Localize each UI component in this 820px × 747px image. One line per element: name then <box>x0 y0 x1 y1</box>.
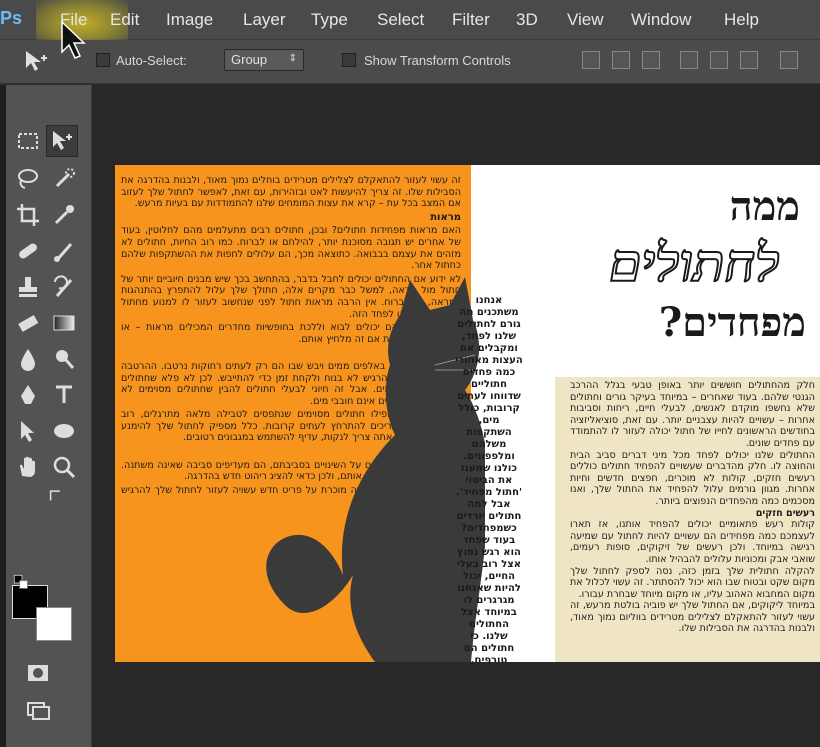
menu-window[interactable]: Window <box>631 10 691 30</box>
gradient-tool-icon[interactable] <box>48 307 80 339</box>
move-tool-icon[interactable] <box>46 125 78 157</box>
menu-help[interactable]: Help <box>724 10 759 30</box>
show-transform-checkbox[interactable] <box>342 53 356 67</box>
history-brush-tool-icon[interactable] <box>48 271 80 303</box>
right-article-column: חלק מהחתולים חוששים יותר באופן טבעי בגלל… <box>570 380 815 635</box>
menu-3d[interactable]: 3D <box>516 10 538 30</box>
menu-view[interactable]: View <box>567 10 604 30</box>
screen-mode-icon[interactable] <box>22 695 54 727</box>
align-left-edges-icon[interactable] <box>680 51 698 69</box>
align-vertical-centers-icon[interactable] <box>612 51 630 69</box>
menu-select[interactable]: Select <box>377 10 424 30</box>
right-paragraph: קולות רעש פתאומיים יכולים להפחיד אותנו, … <box>570 519 815 565</box>
left-paragraph: זה עשוי לעזור להתאקלם לצלילים מטרידים בו… <box>121 175 461 210</box>
left-heading: מראות <box>430 211 461 223</box>
left-paragraph: האם מראות מפחידות חתולים? ובכן, חתולים ר… <box>121 225 461 272</box>
headline-line-3: מפחדים? <box>658 299 806 346</box>
crop-tool-icon[interactable] <box>12 199 44 231</box>
healing-brush-tool-icon[interactable] <box>12 235 44 267</box>
quick-mask-icon[interactable] <box>22 657 54 689</box>
dropdown-arrows-icon: ⇕ <box>288 53 297 64</box>
shape-tool-icon[interactable] <box>48 415 80 447</box>
options-bar: Auto-Select: Group ⇕ Show Transform Cont… <box>0 40 820 84</box>
eyedropper-tool-icon[interactable] <box>48 199 80 231</box>
menu-type[interactable]: Type <box>311 10 348 30</box>
brush-tool-icon[interactable] <box>48 235 80 267</box>
headline-line-1: ממה <box>729 183 800 230</box>
menu-image[interactable]: Image <box>166 10 213 30</box>
mouse-cursor-icon <box>61 20 86 59</box>
auto-select-dropdown[interactable]: Group ⇕ <box>224 49 304 71</box>
align-horizontal-centers-icon[interactable] <box>710 51 728 69</box>
align-right-edges-icon[interactable] <box>740 51 758 69</box>
default-colors-icon[interactable] <box>12 573 32 593</box>
lasso-tool-icon[interactable] <box>12 163 44 195</box>
distribute-top-icon[interactable] <box>780 51 798 69</box>
background-color-swatch[interactable] <box>36 607 72 641</box>
blur-tool-icon[interactable] <box>12 343 44 375</box>
document-canvas[interactable]: זה עשוי לעזור להתאקלם לצלילים מטרידים בו… <box>115 165 820 662</box>
quick-selection-tool-icon[interactable] <box>48 163 80 195</box>
menu-edit[interactable]: Edit <box>110 10 139 30</box>
menu-filter[interactable]: Filter <box>452 10 490 30</box>
zoom-tool-icon[interactable] <box>48 451 80 483</box>
align-top-edges-icon[interactable] <box>582 51 600 69</box>
marquee-tool-icon[interactable] <box>12 125 44 157</box>
menu-layer[interactable]: Layer <box>243 10 286 30</box>
right-paragraph: חלק מהחתולים חוששים יותר באופן טבעי בגלל… <box>570 380 815 449</box>
black-cat-silhouette <box>266 277 485 662</box>
eraser-tool-icon[interactable] <box>12 307 44 339</box>
move-tool-preset-icon[interactable] <box>20 45 52 77</box>
type-tool-icon[interactable] <box>48 379 80 411</box>
dodge-tool-icon[interactable] <box>48 343 80 375</box>
auto-select-dropdown-value: Group <box>231 52 268 67</box>
headline-line-2: לחתולים <box>608 232 781 295</box>
right-paragraph: במיוחד ליקוקים, אם החתול שלך יש פוביה בו… <box>570 600 815 635</box>
right-heading: רעשים חזקים <box>755 507 815 519</box>
tools-panel <box>6 85 92 747</box>
auto-select-checkbox[interactable] <box>96 53 110 67</box>
middle-article-column: אנחנו משתכנים מה גורם לחתולים שלנו לפחד,… <box>455 295 523 662</box>
swap-colors-icon[interactable] <box>46 485 66 505</box>
show-transform-label: Show Transform Controls <box>364 53 511 68</box>
photoshop-logo: Ps <box>0 8 23 28</box>
clone-stamp-tool-icon[interactable] <box>12 271 44 303</box>
path-selection-tool-icon[interactable] <box>12 415 44 447</box>
align-bottom-edges-icon[interactable] <box>642 51 660 69</box>
right-paragraph: החתולים שלנו יכולים לפחד מכל מיני דברים … <box>570 449 815 507</box>
right-paragraph: להקלה חתולית שלך בזמן כזה, נסה לספק לחתו… <box>570 565 815 600</box>
menu-bar: Ps File Edit Image Layer Type Select Fil… <box>0 0 820 46</box>
auto-select-label: Auto-Select: <box>116 53 187 68</box>
pen-tool-icon[interactable] <box>12 379 44 411</box>
hand-tool-icon[interactable] <box>12 451 44 483</box>
